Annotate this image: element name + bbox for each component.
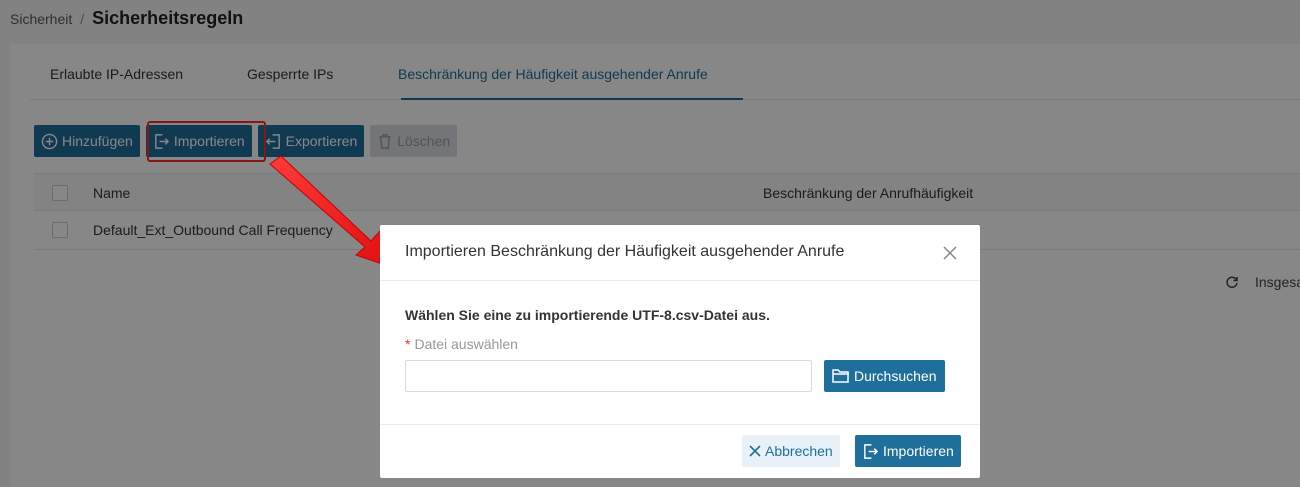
dialog-instruction: Wählen Sie eine zu importierende UTF-8.c… — [405, 307, 770, 323]
browse-button-label: Durchsuchen — [854, 368, 937, 384]
file-path-input[interactable] — [405, 360, 812, 392]
file-field-label: * Datei auswählen — [405, 336, 518, 352]
close-x-icon — [749, 445, 761, 457]
close-icon[interactable] — [940, 243, 960, 263]
file-field-label-text: Datei auswählen — [414, 336, 518, 352]
required-marker: * — [405, 336, 411, 352]
confirm-import-button[interactable]: Importieren — [855, 435, 961, 467]
dialog-body: Wählen Sie eine zu importierende UTF-8.c… — [380, 281, 980, 425]
cancel-button-label: Abbrechen — [765, 443, 833, 459]
dialog-header: Importieren Beschränkung der Häufigkeit … — [380, 225, 980, 281]
dialog-title: Importieren Beschränkung der Häufigkeit … — [405, 243, 845, 260]
confirm-import-label: Importieren — [883, 443, 954, 459]
cancel-button[interactable]: Abbrechen — [742, 435, 840, 467]
import-icon — [864, 443, 879, 459]
folder-icon — [832, 369, 849, 383]
browse-button[interactable]: Durchsuchen — [824, 360, 945, 392]
import-dialog: Importieren Beschränkung der Häufigkeit … — [380, 225, 980, 478]
dialog-footer: Abbrechen Importieren — [380, 424, 980, 478]
